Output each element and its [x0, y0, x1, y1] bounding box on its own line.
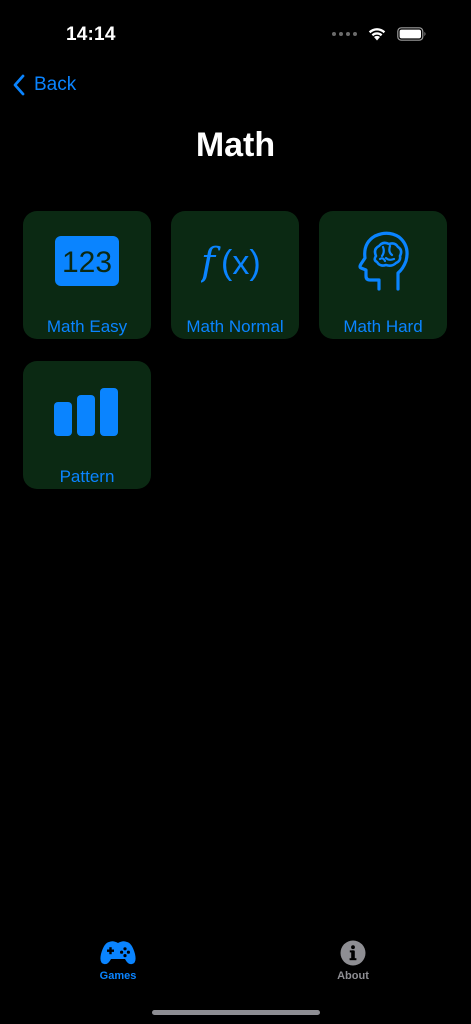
tab-about[interactable]: About	[313, 940, 393, 982]
game-tile-math-normal[interactable]: f (x) Math Normal	[171, 211, 299, 339]
back-label: Back	[34, 74, 77, 95]
tile-label: Math Easy	[46, 317, 128, 336]
page-title: Math	[195, 126, 276, 164]
tile-label: Pattern	[59, 467, 115, 486]
game-tile-math-easy[interactable]: 123 Math Easy	[23, 211, 151, 339]
wifi-icon	[368, 28, 386, 41]
chevron-left-icon	[13, 74, 25, 96]
game-tile-pattern[interactable]: Pattern	[23, 361, 151, 489]
home-indicator	[152, 1010, 320, 1015]
tab-label: Games	[99, 970, 137, 982]
status-bar: 14:14	[0, 0, 471, 70]
tab-label: About	[337, 970, 369, 982]
svg-text:f: f	[201, 240, 221, 284]
tile-label: Math Normal	[186, 317, 284, 336]
battery-icon	[397, 26, 426, 41]
tile-label: Math Hard	[343, 317, 423, 336]
function-fx-icon: f (x)	[201, 240, 261, 284]
number-123-icon: 123	[55, 236, 119, 286]
info-circle-icon	[340, 940, 366, 966]
svg-text:123: 123	[62, 246, 112, 279]
game-tile-math-hard[interactable]: Math Hard	[319, 211, 447, 339]
svg-text:(x): (x)	[221, 244, 261, 282]
status-time: 14:14	[66, 24, 116, 45]
tab-games[interactable]: Games	[78, 940, 158, 982]
cellular-signal-icon	[332, 31, 357, 36]
game-controller-icon	[100, 941, 136, 965]
games-grid: 123 Math Easy f (x) Math Normal Math Har…	[23, 211, 448, 489]
status-icons	[332, 26, 427, 41]
brain-head-icon	[358, 231, 409, 291]
back-button[interactable]: Back	[12, 70, 76, 100]
bar-chart-icon	[54, 388, 118, 436]
